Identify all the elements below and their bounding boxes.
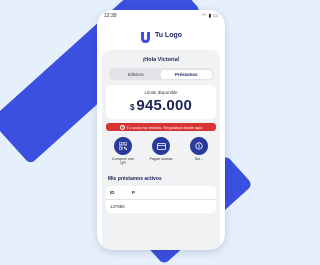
phone-frame: 12:30 ◠ ▮ ▭ Tu Logo ¡Hola Victoria! Bill… — [97, 10, 225, 250]
action-label: Sol... — [194, 156, 204, 161]
quick-actions: Comprar con QR Pagar cuotas $ Sol... — [110, 137, 212, 166]
card-icon — [152, 137, 170, 155]
action-pay-installments[interactable]: Pagar cuotas — [148, 137, 174, 166]
loans-table: ID P 137685 — [106, 185, 216, 213]
limit-value: 945.000 — [136, 97, 193, 114]
alert-text: Tu cuota ha vencido. Regularizá desde aq… — [126, 124, 203, 130]
coin-icon: $ — [190, 137, 208, 155]
main-panel: ¡Hola Victoria! Billetera Préstamos Lími… — [102, 50, 220, 250]
limit-card: Límite disponible $ 945.000 — [106, 85, 216, 119]
overdue-alert[interactable]: ◷ Tu cuota ha vencido. Regularizá desde … — [106, 123, 216, 131]
brand-logo: Tu Logo — [97, 28, 225, 43]
wifi-icon: ◠ — [202, 13, 207, 19]
table-row[interactable]: 137685 — [106, 200, 216, 213]
clock-icon: ◷ — [119, 124, 125, 130]
limit-label: Límite disponible — [144, 90, 178, 95]
svg-text:$: $ — [198, 144, 201, 149]
signal-icon: ▮ — [208, 13, 212, 19]
status-icons: ◠ ▮ ▭ — [202, 13, 218, 19]
tab-prestamos[interactable]: Préstamos — [161, 69, 212, 79]
action-label: Pagar cuotas — [149, 156, 173, 161]
tab-billetera[interactable]: Billetera — [111, 70, 162, 79]
column-header-id: ID — [110, 189, 115, 195]
action-request[interactable]: $ Sol... — [186, 137, 212, 166]
status-bar: 12:30 ◠ ▮ ▭ — [97, 10, 225, 22]
logo-icon — [140, 30, 151, 43]
limit-amount: $ 945.000 — [130, 97, 192, 114]
status-time: 12:30 — [104, 13, 117, 19]
tab-bar: Billetera Préstamos — [109, 68, 213, 80]
action-buy-qr[interactable]: Comprar con QR — [110, 137, 136, 166]
currency-symbol: $ — [129, 103, 135, 112]
loans-section-title: Mis préstamos activos — [108, 175, 162, 182]
battery-icon: ▭ — [213, 13, 218, 19]
table-header: ID P — [106, 186, 216, 200]
loan-id-cell: 137685 — [110, 203, 125, 209]
greeting-heading: ¡Hola Victoria! — [142, 57, 180, 63]
logo-text: Tu Logo — [154, 31, 183, 39]
action-label: Comprar con QR — [111, 156, 135, 166]
qr-icon — [114, 137, 132, 155]
column-header-p: P — [132, 189, 135, 195]
